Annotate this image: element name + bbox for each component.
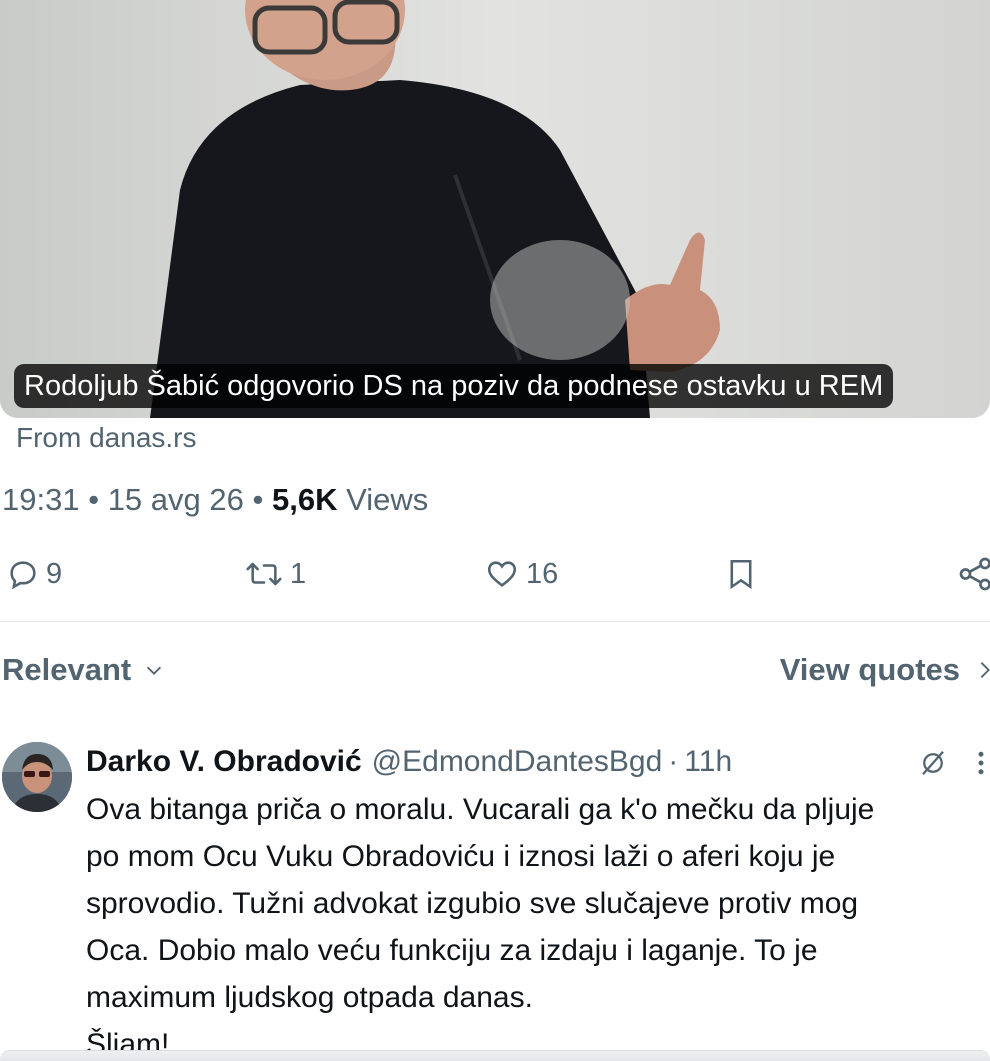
header-separator: · [668,745,679,778]
heart-icon [487,561,517,587]
avatar-photo [2,742,72,812]
replies-sort-bar: Relevant View quotes [0,646,990,694]
reply-line: Oca. Dobio malo veću funkciju za izdaju … [86,934,818,967]
bookmark-icon [730,559,752,590]
like-button[interactable]: 16 [484,548,558,600]
sort-dropdown[interactable]: Relevant [2,646,165,694]
bottom-bar-edge [0,1050,990,1061]
views-label: Views [346,482,429,517]
link-source[interactable]: From danas.rs [16,422,197,454]
reply-line: po mom Ocu Vuku Obradoviću i iznosi laži… [86,840,836,873]
reply-count: 9 [46,557,63,590]
meta-separator: • [252,482,264,517]
grok-icon[interactable] [918,748,948,778]
article-title[interactable]: Rodoljub Šabić odgovorio DS na poziv da … [14,364,894,408]
sort-label: Relevant [2,652,132,687]
more-icon[interactable] [972,748,990,778]
post-time[interactable]: 19:31 [2,482,80,517]
post-metadata: 19:31 • 15 avg 26 • 5,6K Views [2,482,428,518]
view-quotes-link[interactable]: View quotes [780,646,990,694]
author-name[interactable]: Darko V. Obradović [86,745,362,779]
reply-time[interactable]: 11h [684,745,732,779]
chevron-down-icon [147,666,162,675]
repost-button[interactable]: 1 [244,548,306,600]
views-count: 5,6K [271,482,338,517]
like-count: 16 [526,557,559,590]
reply-header: Darko V. Obradović @EdmondDantesBgd · 11… [86,742,732,782]
bookmark-button[interactable] [724,548,758,600]
reply-icon [10,561,36,590]
article-photo [0,0,990,418]
reply-button[interactable]: 9 [6,548,62,600]
action-bar: 9 1 16 [0,548,990,600]
meta-separator: • [88,482,100,517]
link-preview-card[interactable]: Rodoljub Šabić odgovorio DS na poziv da … [0,0,990,418]
reply-line: maximum ljudskog otpada danas. [86,981,533,1014]
share-button[interactable] [958,548,990,600]
avatar[interactable] [2,742,72,812]
reply-line: Ova bitanga priča o moralu. Vucarali ga … [86,793,875,826]
repost-count: 1 [290,557,307,590]
reply-text: Ova bitanga priča o moralu. Vucarali ga … [86,786,990,1061]
view-quotes-label: View quotes [779,652,960,687]
share-icon [959,557,990,591]
divider [0,621,990,622]
reply-line: sprovodio. Tužni advokat izgubio sve slu… [86,887,859,920]
author-handle[interactable]: @EdmondDantesBgd [372,745,663,779]
chevron-right-icon [980,662,990,678]
post-date[interactable]: 15 avg 26 [108,482,244,517]
reply-tweet[interactable]: Darko V. Obradović @EdmondDantesBgd · 11… [0,738,990,1061]
repost-icon [246,562,282,586]
